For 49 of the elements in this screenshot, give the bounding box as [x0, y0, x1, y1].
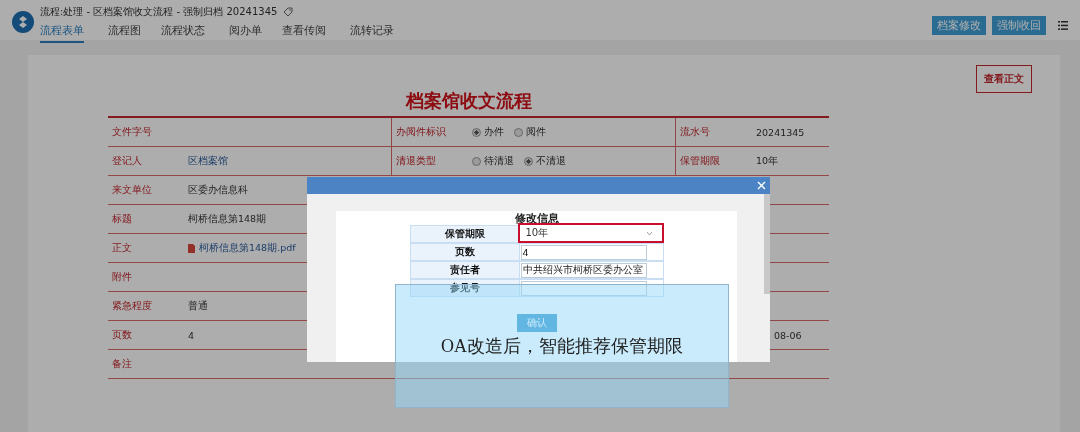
form-title: 档案馆收文流程 — [404, 89, 533, 113]
field-label: 文件字号 — [111, 125, 153, 139]
field-label: 附件 — [111, 270, 133, 284]
field-label: 紧急程度 — [111, 299, 153, 313]
tab[interactable]: 流转记录 — [350, 23, 394, 43]
field-value: 区档案馆 — [187, 154, 228, 168]
field-label: 办阅件标识 — [395, 125, 447, 139]
field-value: 08-06 — [773, 329, 802, 341]
view-document-button[interactable]: 查看正文 — [976, 65, 1032, 93]
radio-option[interactable]: 不清退 — [524, 154, 566, 168]
field-value: 柯桥信息第148期 — [187, 212, 267, 226]
tab[interactable]: 查看传阅 — [282, 23, 326, 43]
field-label: 正文 — [111, 241, 133, 255]
field-label: 页数 — [111, 328, 133, 342]
tab[interactable]: 流程状态 — [161, 23, 205, 43]
process-title: 流程:处理 - 区档案馆收文流程 - 强制归档 20241345 — [40, 5, 278, 19]
tag-icon[interactable] — [283, 7, 294, 17]
scrollbar[interactable] — [764, 194, 770, 294]
field-value: 20241345 — [755, 126, 805, 138]
radio-option[interactable]: 待清退 — [472, 154, 514, 168]
field-label: 标题 — [111, 212, 133, 226]
annotation-text: OA改造后，智能推荐保管期限 — [441, 335, 683, 356]
field-value: 10年 — [755, 154, 779, 168]
close-icon[interactable] — [757, 181, 766, 190]
field-label: 登记人 — [111, 154, 143, 168]
radio-option[interactable]: 阅件 — [514, 125, 546, 139]
field-label: 保管期限 — [679, 154, 721, 168]
field-value: 普通 — [187, 299, 208, 313]
field-label: 备注 — [111, 357, 133, 371]
field-value: 区委办信息科 — [187, 183, 248, 197]
field-label: 来文单位 — [111, 183, 153, 197]
tab[interactable]: 流程图 — [108, 23, 141, 43]
input-field[interactable] — [520, 280, 647, 296]
tab[interactable]: 阅办单 — [229, 23, 262, 43]
caret-icon — [646, 231, 652, 235]
field-label: 责任者 — [409, 261, 520, 279]
list-menu-icon[interactable] — [1058, 21, 1068, 30]
app-logo-icon — [12, 11, 34, 33]
field-label: 页数 — [409, 243, 520, 261]
field-label: 保管期限 — [409, 225, 520, 243]
field-value: 4 — [187, 329, 195, 341]
file-link[interactable]: 柯桥信息第148期.pdf — [199, 241, 296, 255]
input-field[interactable]: 4 — [520, 244, 647, 260]
input-field[interactable]: 中共绍兴市柯桥区委办公室 — [520, 262, 647, 278]
pdf-file-icon — [188, 243, 195, 253]
field-label: 流水号 — [679, 125, 711, 139]
tab[interactable]: 流程表单 — [40, 23, 84, 43]
radio-option[interactable]: 办件 — [472, 125, 504, 139]
field-label: 清退类型 — [395, 154, 437, 168]
